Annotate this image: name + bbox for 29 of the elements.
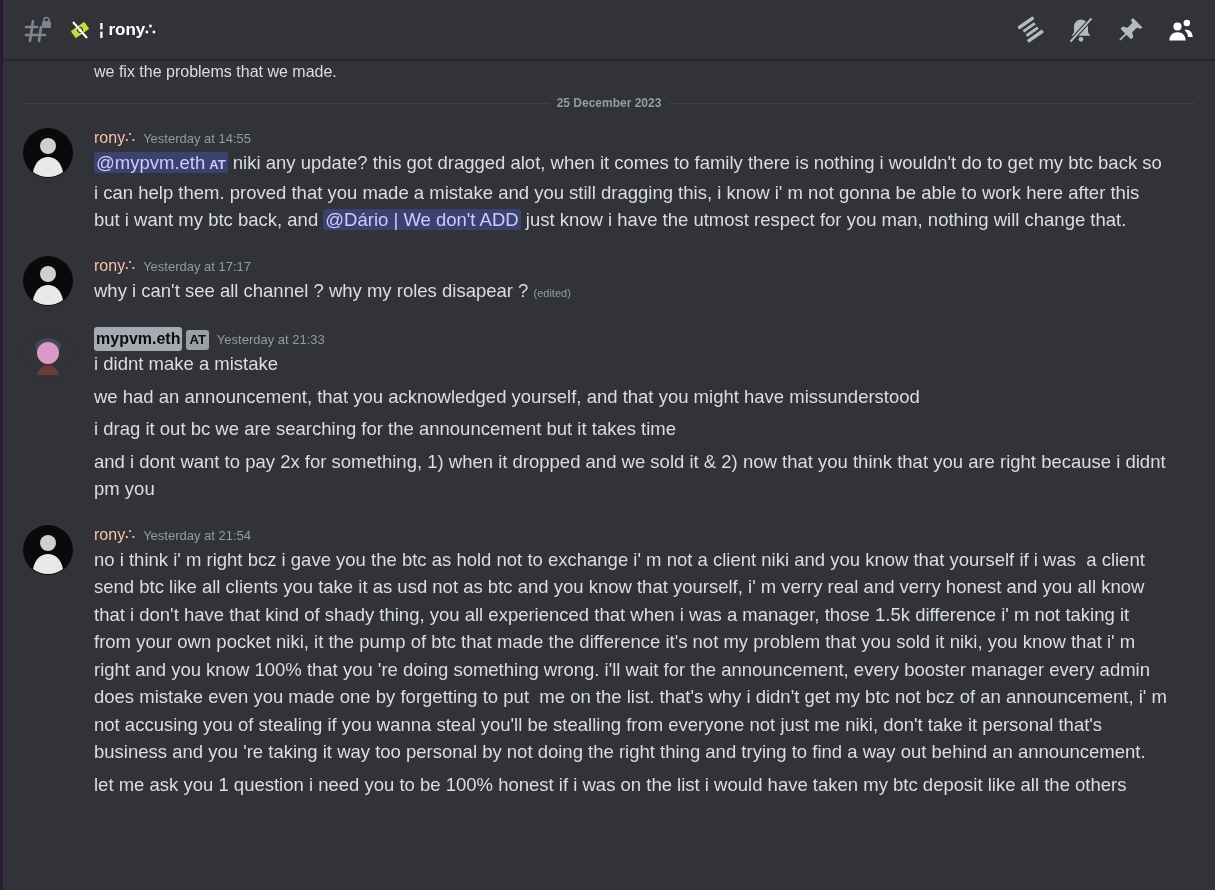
- message-text: we had an announcement, that you acknowledged yourself, and that you might have missunderstood: [94, 384, 921, 409]
- avatar[interactable]: [23, 128, 73, 178]
- date-divider-label: 25 December 2023: [556, 95, 662, 112]
- timestamp: Yesterday at 17:17: [143, 257, 252, 276]
- message-text: no i think i' m right bcz i gave you the btc as hold not to exchange i' m not a client niki and you know that yourself if i was a client send btc like all clients you take it as usd not as btc and you know that yourself, i' m verry real and verry honest and you all know that i don't have that kind of shady thing, you all experienced that when i was a manager, those 1.5k difference i' m not taking it from your own pocket niki, it the pump of btc that made the difference it's not my problem that you sold it niki, you know that i' m right and you know 100% that you 're doing something wrong. i'll wait for the announcement, every booster manager every admin does mistake even you made one by forgetting to put me on the list. that's why i didn't get my btc not bcz of an announcement, i' m not accusing you of stealing if you wanna steal you'll be stealling from everyone not just me niki, don't take it personal that's business and you 're taking it way too personal by not doing the right thing and trying to find a way out behind an announcement.: [94, 547, 1167, 764]
- user-mention[interactable]: @mypvm.eth AT: [94, 152, 228, 173]
- timestamp: Yesterday at 21:54: [143, 526, 252, 545]
- message-text: and i dont want to pay 2x for something, 1) when it dropped and we sold it & 2) now that you think that you are right because i didnt pm you: [94, 449, 1167, 501]
- muted-bell-icon[interactable]: [1067, 15, 1095, 44]
- author-name[interactable]: rony∴: [94, 522, 136, 547]
- message-text: we fix the problems that we made.: [93, 62, 338, 82]
- locked-channel-icon: [23, 14, 53, 45]
- author-name[interactable]: mypvm.eth: [94, 327, 183, 351]
- threads-icon[interactable]: [1017, 15, 1045, 44]
- author-name[interactable]: rony∴: [94, 126, 136, 150]
- channel-name: ¦ rony∴: [99, 18, 157, 41]
- timestamp: Yesterday at 14:55: [143, 130, 252, 148]
- user-mention[interactable]: @Dário | We don't ADD: [323, 209, 521, 230]
- server-tag: AT: [186, 330, 209, 350]
- message-text: why i can't see all channel ? why my roles disapear ? (edited): [94, 278, 572, 303]
- message-text: @mypvm.eth AT niki any update? this got dragged alot, when it comes to family there is nothing i wouldn't do to get my btc back so i can help them. proved that you made a mistake and you still dragging this, i know i' m not gonna be able to work here after this but i want my btc back, and @Dário | We don't ADD just know i have the utmost respect for you man, nothing will change that.: [94, 151, 1163, 232]
- message-text: i didnt make a mistake: [94, 352, 280, 376]
- avatar[interactable]: [23, 255, 73, 306]
- author-name[interactable]: rony∴: [94, 253, 136, 278]
- pin-icon[interactable]: [1117, 15, 1145, 44]
- avatar[interactable]: [23, 524, 73, 575]
- message-text: let me ask you 1 question i need you to be 100% honest if i was on the list i would have taken my btc deposit like all the others: [94, 772, 1128, 797]
- timestamp: Yesterday at 21:33: [216, 331, 325, 349]
- message-text: i drag it out bc we are searching for the announcement but it takes time: [94, 417, 678, 441]
